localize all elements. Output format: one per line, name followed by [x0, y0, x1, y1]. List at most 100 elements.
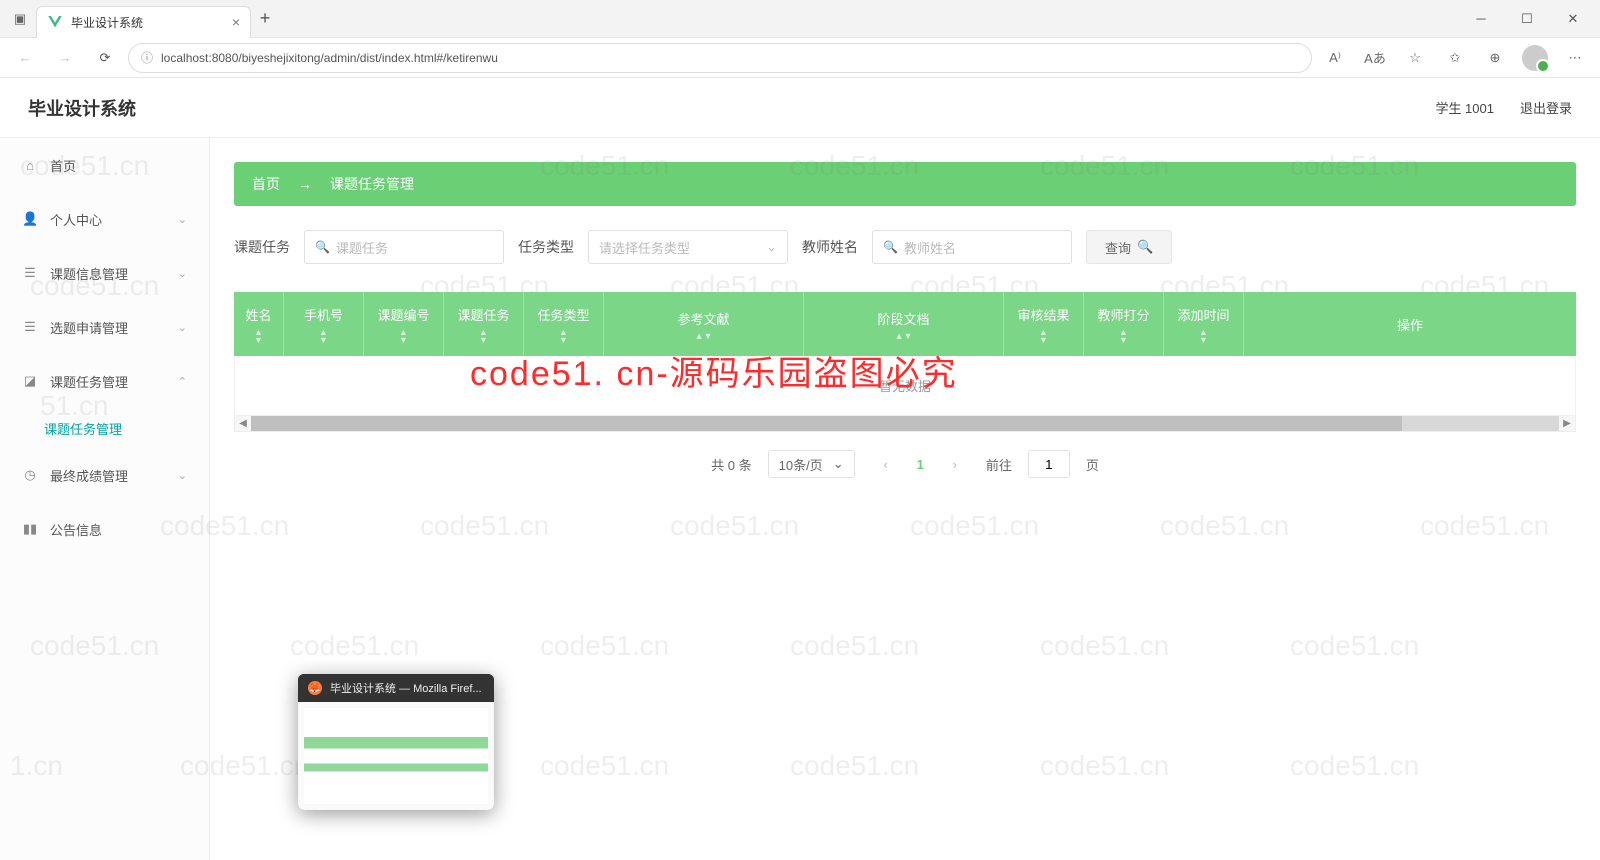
topic-task-input[interactable]: 🔍 课题任务 [304, 230, 504, 264]
taskbar-preview[interactable]: 🦊 毕业设计系统 — Mozilla Firef... [298, 674, 494, 810]
close-tab-icon[interactable]: × [232, 14, 240, 30]
placeholder: 教师姓名 [904, 238, 956, 257]
filter-label: 任务类型 [518, 237, 574, 257]
th-time[interactable]: 添加时间▲▼ [1164, 292, 1244, 356]
tab-actions-icon[interactable]: ▣ [4, 3, 36, 35]
reader-icon[interactable]: Aあ [1358, 41, 1392, 75]
browser-tab-bar: ▣ 毕业设计系统 × + ─ ☐ ✕ [0, 0, 1600, 38]
back-button[interactable]: ← [8, 41, 42, 75]
app-title: 毕业设计系统 [28, 95, 136, 121]
address-bar: ← → ⟳ ⓘ localhost:8080/biyeshejixitong/a… [0, 38, 1600, 78]
sidebar: ⌂ 首页 👤 个人中心 ⌄ ☰ 课题信息管理 ⌄ ☰ 选题申请管理 ⌄ ◪ 课题… [0, 78, 210, 860]
filter-label: 教师姓名 [802, 237, 858, 257]
user-icon: 👤 [22, 211, 38, 227]
next-page-button[interactable]: › [940, 450, 970, 478]
chevron-right-icon: → [298, 176, 312, 192]
task-type-select[interactable]: 请选择任务类型 ⌄ [588, 230, 788, 264]
goto-page-input[interactable] [1028, 450, 1070, 478]
sidebar-item-topic-info[interactable]: ☰ 课题信息管理 ⌄ [0, 246, 209, 300]
th-refs[interactable]: 参考文献▲▼ [604, 292, 804, 356]
sidebar-item-topic-task[interactable]: ◪ 课题任务管理 ⌃ [0, 354, 209, 408]
preview-title: 毕业设计系统 — Mozilla Firef... [330, 680, 482, 696]
teacher-name-input[interactable]: 🔍 教师姓名 [872, 230, 1072, 264]
refresh-button[interactable]: ⟳ [88, 41, 122, 75]
sidebar-item-label: 课题任务管理 [50, 372, 128, 391]
sort-icon: ▲▼ [559, 328, 568, 344]
empty-text: 暂无数据 [879, 376, 931, 395]
sidebar-item-notice[interactable]: ▮▮ 公告信息 [0, 502, 209, 556]
sidebar-item-profile[interactable]: 👤 个人中心 ⌄ [0, 192, 209, 246]
th-audit[interactable]: 审核结果▲▼ [1004, 292, 1084, 356]
sidebar-item-label: 最终成绩管理 [50, 466, 128, 485]
preview-thumbnail [298, 702, 494, 810]
chevron-down-icon: ⌄ [178, 469, 187, 482]
query-button[interactable]: 查询 🔍 [1086, 230, 1172, 264]
crumb-current: 课题任务管理 [330, 174, 414, 194]
tab-title: 毕业设计系统 [71, 14, 224, 31]
forward-button[interactable]: → [48, 41, 82, 75]
close-window-icon[interactable]: ✕ [1550, 3, 1596, 35]
scroll-left-icon[interactable]: ◀ [235, 416, 251, 431]
scroll-track[interactable] [251, 416, 1559, 431]
list-icon: ☰ [22, 319, 38, 335]
clock-icon: ◷ [22, 467, 38, 483]
browser-tab[interactable]: 毕业设计系统 × [36, 6, 251, 38]
horizontal-scrollbar[interactable]: ◀ ▶ [234, 416, 1576, 432]
sort-icon: ▲▼ [895, 332, 913, 340]
placeholder: 课题任务 [336, 238, 388, 257]
info-icon: ⓘ [141, 49, 153, 66]
sidebar-item-label: 公告信息 [50, 520, 102, 539]
task-icon: ◪ [22, 373, 38, 389]
logout-link[interactable]: 退出登录 [1520, 98, 1572, 117]
table-header: 姓名▲▼ 手机号▲▼ 课题编号▲▼ 课题任务▲▼ 任务类型▲▼ 参考文献▲▼ 阶… [234, 292, 1576, 356]
chevron-down-icon: ⌄ [178, 213, 187, 226]
current-user[interactable]: 学生 1001 [1435, 98, 1494, 117]
th-topic-task[interactable]: 课题任务▲▼ [444, 292, 524, 356]
crumb-home[interactable]: 首页 [252, 174, 280, 194]
prev-page-button[interactable]: ‹ [871, 450, 901, 478]
th-stage-doc[interactable]: 阶段文档▲▼ [804, 292, 1004, 356]
new-tab-button[interactable]: + [251, 8, 279, 29]
total-count: 共 0 条 [711, 455, 751, 474]
sort-icon: ▲▼ [399, 328, 408, 344]
goto-label: 前往 [986, 455, 1012, 474]
maximize-icon[interactable]: ☐ [1504, 3, 1550, 35]
data-table: 姓名▲▼ 手机号▲▼ 课题编号▲▼ 课题任务▲▼ 任务类型▲▼ 参考文献▲▼ 阶… [234, 292, 1576, 432]
filter-label: 课题任务 [234, 237, 290, 257]
url-input[interactable]: ⓘ localhost:8080/biyeshejixitong/admin/d… [128, 43, 1312, 73]
sidebar-item-home[interactable]: ⌂ 首页 [0, 138, 209, 192]
sort-icon: ▲▼ [254, 328, 263, 344]
page-size-select[interactable]: 10条/页 ⌄ [768, 450, 855, 478]
app-header: 毕业设计系统 学生 1001 退出登录 [0, 78, 1600, 138]
more-icon[interactable]: ⋯ [1558, 41, 1592, 75]
sidebar-item-label: 选题申请管理 [50, 318, 128, 337]
sidebar-item-final-grade[interactable]: ◷ 最终成绩管理 ⌄ [0, 448, 209, 502]
sort-icon: ▲▼ [1039, 328, 1048, 344]
read-aloud-icon[interactable]: A⁾ [1318, 41, 1352, 75]
placeholder: 请选择任务类型 [599, 238, 690, 257]
th-name[interactable]: 姓名▲▼ [234, 292, 284, 356]
preview-title-bar: 🦊 毕业设计系统 — Mozilla Firef... [298, 674, 494, 702]
chevron-down-icon: ⌄ [178, 267, 187, 280]
search-icon: 🔍 [315, 240, 330, 254]
collections-icon[interactable]: ⊕ [1478, 41, 1512, 75]
th-score[interactable]: 教师打分▲▼ [1084, 292, 1164, 356]
sidebar-item-topic-apply[interactable]: ☰ 选题申请管理 ⌄ [0, 300, 209, 354]
current-page[interactable]: 1 [917, 457, 924, 472]
scroll-right-icon[interactable]: ▶ [1559, 416, 1575, 431]
minimize-icon[interactable]: ─ [1458, 3, 1504, 35]
sidebar-item-label: 课题信息管理 [50, 264, 128, 283]
sidebar-subitem-topic-task[interactable]: 课题任务管理 [0, 408, 209, 448]
profile-avatar[interactable] [1518, 41, 1552, 75]
scroll-thumb[interactable] [251, 416, 1402, 431]
th-topic-no[interactable]: 课题编号▲▼ [364, 292, 444, 356]
search-icon: 🔍 [883, 240, 898, 254]
sort-icon: ▲▼ [695, 332, 713, 340]
favorites-bar-icon[interactable]: ✩ [1438, 41, 1472, 75]
th-task-type[interactable]: 任务类型▲▼ [524, 292, 604, 356]
chevron-down-icon: ⌄ [766, 239, 777, 255]
notice-icon: ▮▮ [22, 521, 38, 537]
th-phone[interactable]: 手机号▲▼ [284, 292, 364, 356]
breadcrumb: 首页 → 课题任务管理 [234, 162, 1576, 206]
favorites-icon[interactable]: ☆ [1398, 41, 1432, 75]
